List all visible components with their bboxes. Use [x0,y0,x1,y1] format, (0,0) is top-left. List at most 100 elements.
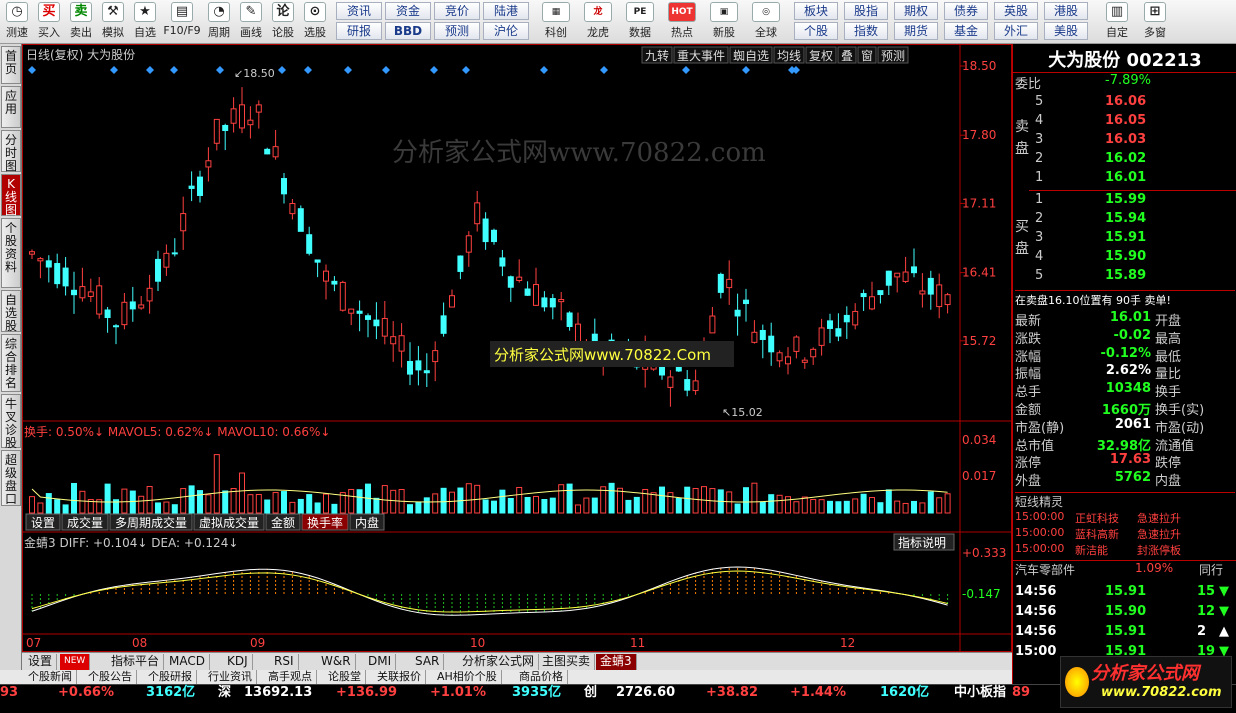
left-tab-4[interactable]: 个股资料 [1,218,21,288]
volume-bar [373,497,380,514]
indicator-tab[interactable]: NEW [60,654,91,670]
toolbar-btn-港股[interactable]: 港股 [1044,2,1088,20]
stat-label: 涨跌 [1015,331,1042,347]
toolbar-buy-button[interactable]: 买买入 [34,2,64,42]
stat-row: 最新 16.01 开盘 [1013,310,1236,329]
info-tab[interactable]: 行业资讯 [204,670,257,684]
toolbar-btn-基金[interactable]: 基金 [944,22,988,40]
kline-chart-svg[interactable]: 日线(复权) 大为股份 九转 重大事件 蜘自选 均线 复权叠窗预测 18.50 17.80 17… [22,44,1012,652]
toolbar-btn-外汇[interactable]: 外汇 [994,22,1038,40]
toolbar-btn-英股[interactable]: 英股 [994,2,1038,20]
left-tab-8[interactable]: 超级盘口 [1,450,21,506]
toolbar-longhu-button[interactable]: 龙龙虎 [578,2,618,42]
info-tab[interactable]: 个股公告 [84,670,137,684]
volume-bar [684,486,691,514]
candle-body [54,263,61,285]
info-tab[interactable]: 商品价格 [515,670,568,684]
toolbar-btn-BBD[interactable]: BBD [385,22,431,40]
toolbar-btn-陆港[interactable]: 陆港 [483,2,529,20]
info-tab[interactable]: 关联报价 [373,670,426,684]
toolbar-btn-股指[interactable]: 股指 [844,2,888,20]
left-tab-0[interactable]: 首页 [1,46,21,84]
sell-level[interactable]: 5 16.06 [1013,94,1236,112]
sell-level[interactable]: 1 16.01 [1013,170,1236,188]
toolbar-cycle-button[interactable]: ◔ 周期 [204,2,234,42]
indicator-tab[interactable]: 主图买卖 [538,654,596,670]
status-f: +136.99 [336,685,398,700]
toolbar-btn-沪伦[interactable]: 沪伦 [483,22,529,40]
toolbar-hammer-button[interactable]: ⚒ 模拟 [98,2,128,42]
indicator-tab[interactable]: W&R [317,654,356,670]
toolbar-star-button[interactable]: ★ 自选 [130,2,160,42]
indicator-tab[interactable]: 设置 [24,654,58,670]
sell-level[interactable]: 3 16.03 [1013,132,1236,150]
toolbar-btn-预测[interactable]: 预测 [434,22,480,40]
sprite-row[interactable]: 15:00:00 新洁能 封涨停板 [1013,542,1236,560]
toolbar-globe-button[interactable]: ◎ 全球 [746,2,786,42]
toolbar-btn-个股[interactable]: 个股 [794,22,838,40]
left-tab-1[interactable]: 应用 [1,86,21,128]
event-marker-icon [216,66,224,74]
indicator-tab[interactable]: KDJ [223,654,253,670]
info-tab[interactable]: 个股研报 [144,670,197,684]
indicator-tab[interactable]: RSI [270,654,299,670]
indicator-tab[interactable]: 指标平台 [107,654,165,670]
toolbar-btn-板块[interactable]: 板块 [794,2,838,20]
indicator-tab[interactable]: MACD [165,654,210,670]
toolbar-data-button[interactable]: PE 数据 [620,2,660,42]
info-tab[interactable]: AH相价个股 [433,670,502,684]
volume-bar [348,488,355,514]
indicator-tab[interactable]: 分析家公式网 [458,654,540,670]
buy-level[interactable]: 5 15.89 [1013,268,1236,286]
info-tab[interactable]: 论股堂 [324,670,366,684]
candle-body [440,315,447,334]
toolbar-btn-资讯[interactable]: 资讯 [336,2,382,20]
toolbar-btn-竞价[interactable]: 竞价 [434,2,480,20]
left-tab-2[interactable]: 分时图 [1,130,21,173]
left-tab-3[interactable]: K线图 [1,174,21,217]
toolbar-btn-美股[interactable]: 美股 [1044,22,1088,40]
candle-body [104,309,111,318]
candle-body [314,259,321,263]
toolbar-custom-button[interactable]: ▥ 自定 [1100,2,1134,42]
toolbar-btn-债券[interactable]: 债券 [944,2,988,20]
price-tick-label: 15.72 [962,334,996,348]
buy-level[interactable]: 2 15.94 [1013,211,1236,229]
toolbar-discuss-button[interactable]: 论论股 [268,2,298,42]
kline-chart-area[interactable]: 日线(复权) 大为股份 九转 重大事件 蜘自选 均线 复权叠窗预测 18.50 17.80 17… [22,44,1012,652]
info-tab[interactable]: 高手观点 [264,670,317,684]
indicator-tab[interactable]: DMI [364,654,397,670]
toolbar-newstock-button[interactable]: ▣ 新股 [704,2,744,42]
buy-level[interactable]: 4 15.90 [1013,249,1236,267]
toolbar-multiwindow-button[interactable]: ⊞ 多窗 [1138,2,1172,42]
toolbar-label: 论股 [272,26,294,39]
toolbar-f10-button[interactable]: ▤ F10/F9 [162,2,202,42]
left-tab-5[interactable]: 自选股 [1,290,21,333]
buy-level[interactable]: 1 15.99 [1013,192,1236,210]
sell-level[interactable]: 2 16.02 [1013,151,1236,169]
info-tab[interactable]: 个股新闻 [24,670,77,684]
toolbar-select-button[interactable]: ⊙ 选股 [300,2,330,42]
indicator-label: 金蜻3 DIFF: +0.104↓ DEA: +0.124↓ [24,535,238,550]
left-tab-6[interactable]: 综合排名 [1,334,21,392]
toolbar-btn-期货[interactable]: 期货 [894,22,938,40]
toolbar-sell-button[interactable]: 卖卖出 [66,2,96,42]
indicator-tab[interactable]: SAR [411,654,445,670]
volume-bar [793,501,800,514]
left-tab-7[interactable]: 牛叉诊股 [1,394,21,450]
event-marker-icon [382,66,390,74]
toolbar-btn-研报[interactable]: 研报 [336,22,382,40]
toolbar-btn-指数[interactable]: 指数 [844,22,888,40]
toolbar-clock-button[interactable]: ◷ 测速 [2,2,32,42]
pen-icon: ✎ [240,2,262,22]
buy-level[interactable]: 3 15.91 [1013,230,1236,248]
toolbar-btn-资金[interactable]: 资金 [385,2,431,20]
toolbar-btn-期权[interactable]: 期权 [894,2,938,20]
stat-label: 总手 [1015,385,1042,401]
candles [29,87,951,407]
toolbar-hot-button[interactable]: HOT 热点 [662,2,702,42]
sell-level[interactable]: 4 16.05 [1013,113,1236,131]
indicator-tab[interactable]: 金蜻3 [596,654,637,670]
toolbar-pen-button[interactable]: ✎ 画线 [236,2,266,42]
toolbar-kechuang-button[interactable]: ▦ 科创 [536,2,576,42]
